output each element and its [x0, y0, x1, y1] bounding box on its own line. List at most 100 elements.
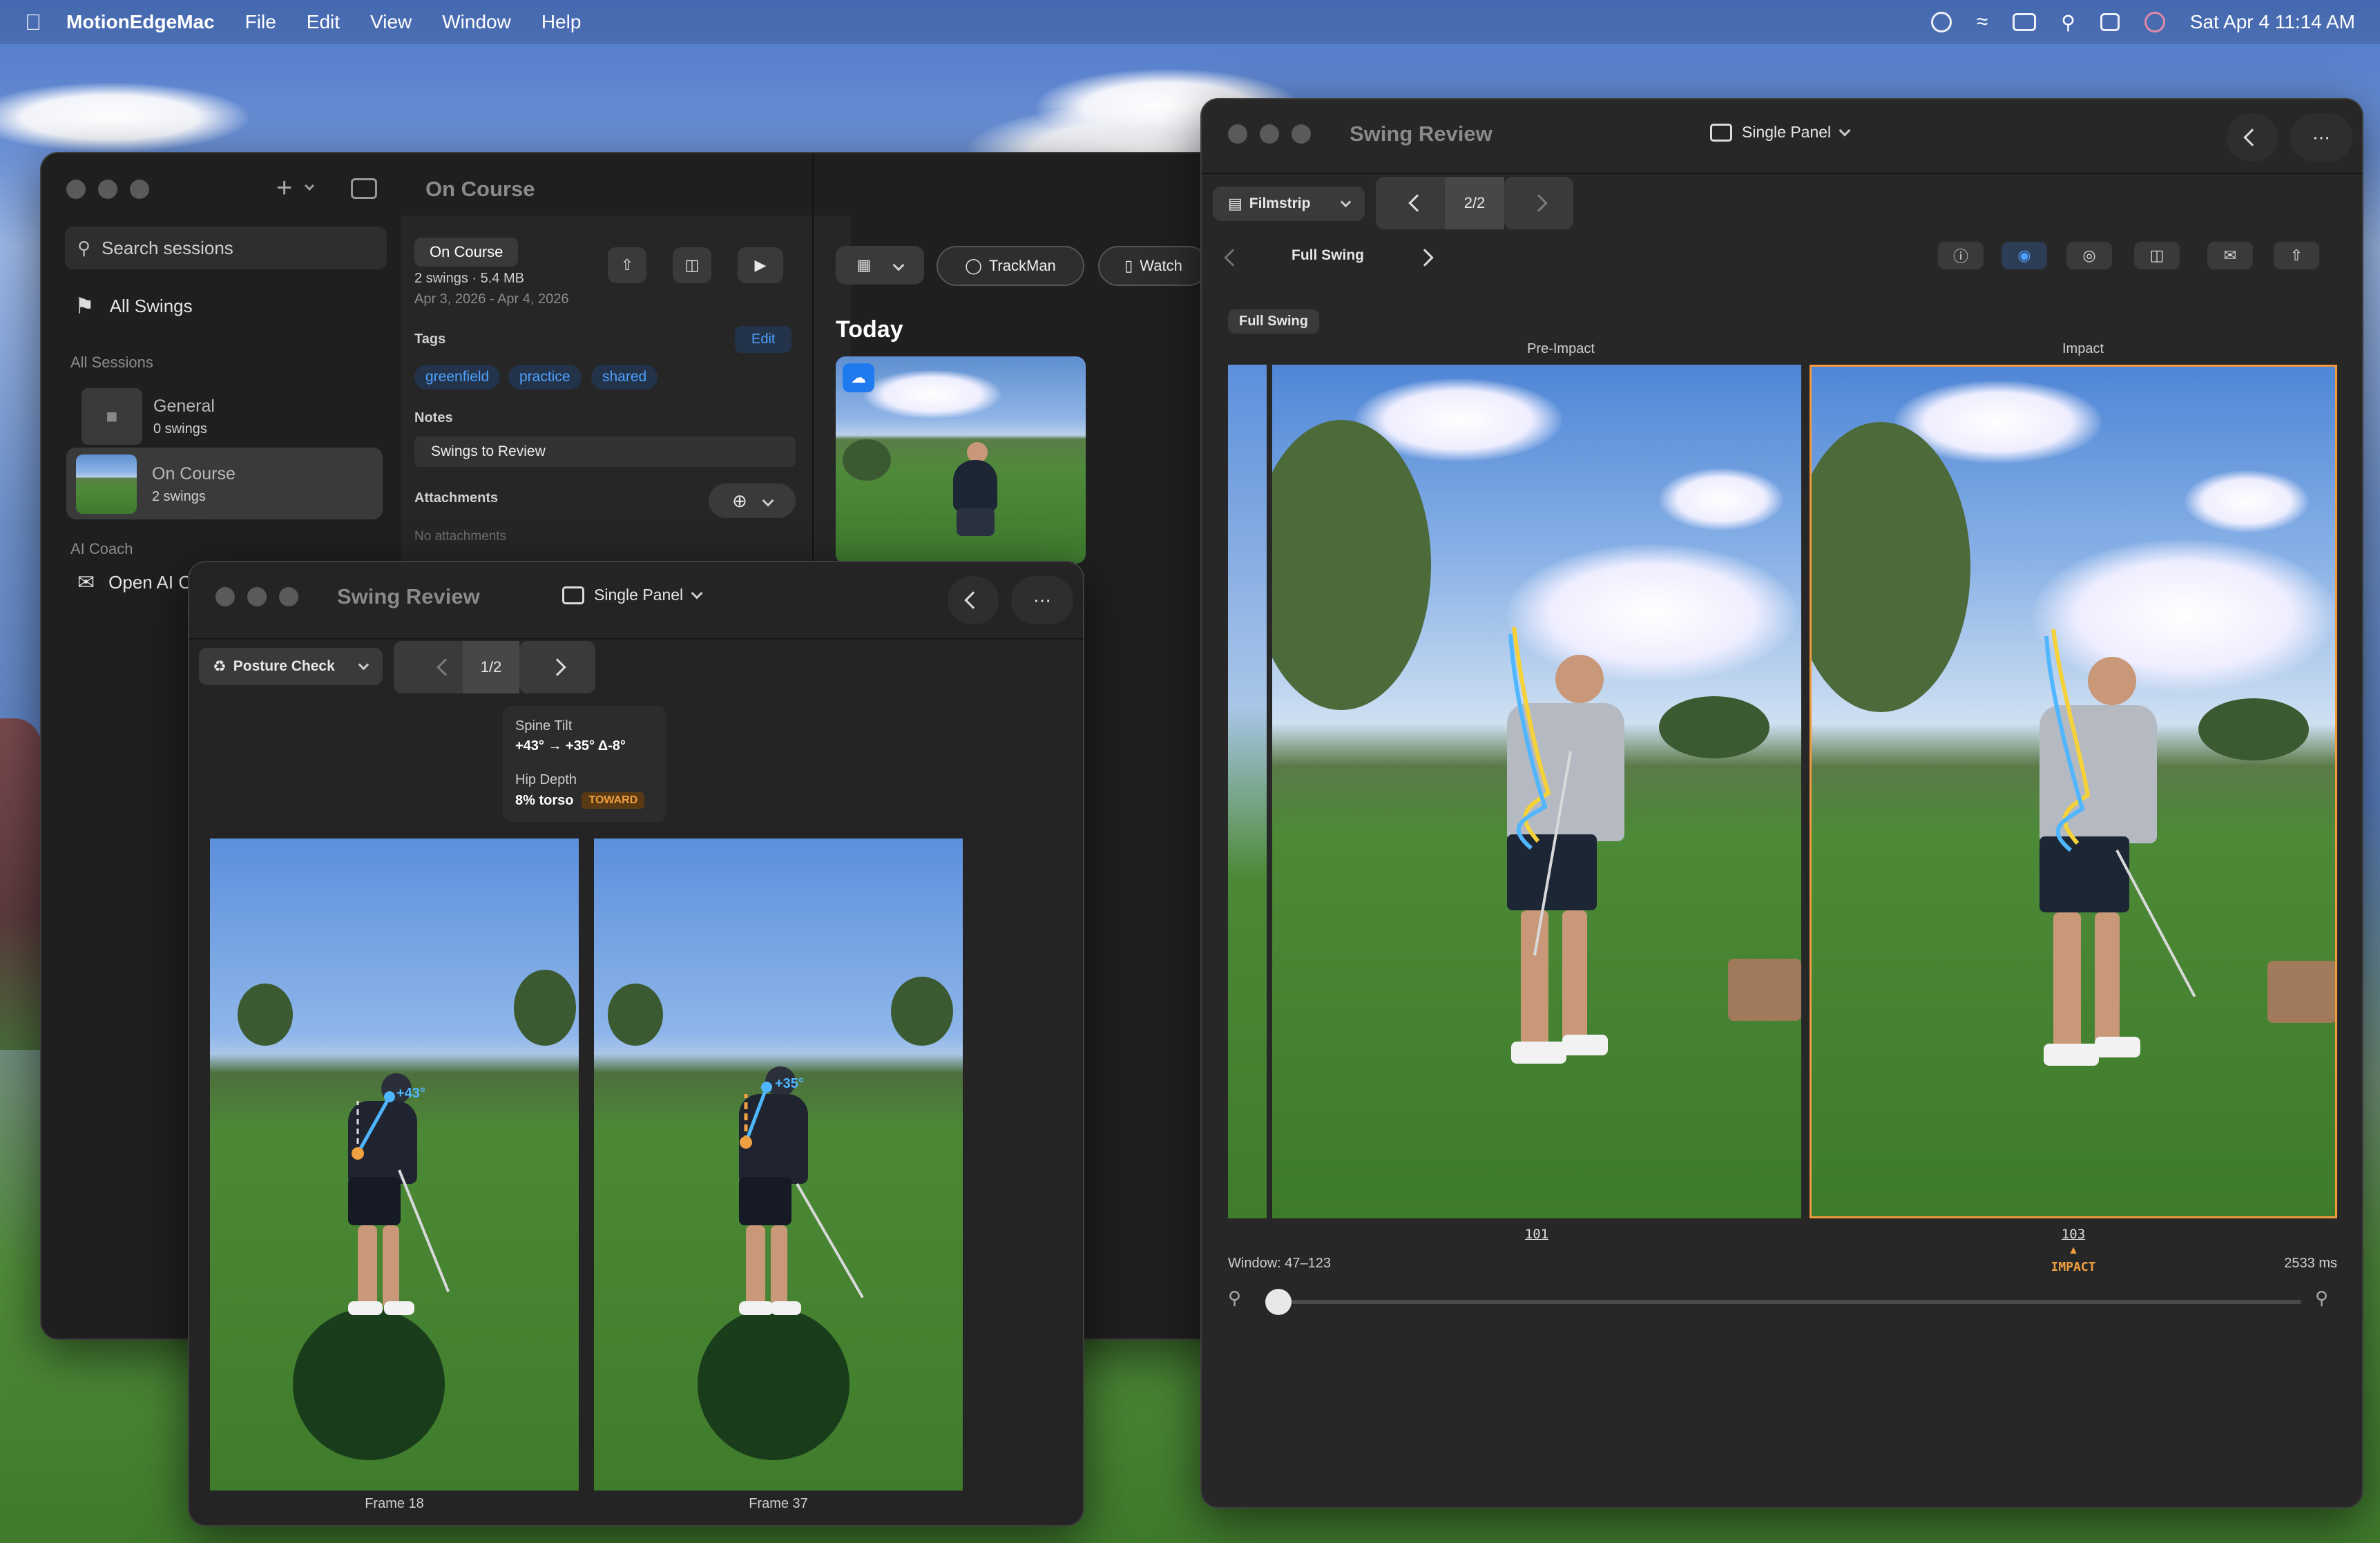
video-button[interactable]: ▶ — [738, 247, 783, 283]
zoom-button[interactable] — [130, 180, 149, 199]
view-mode-select[interactable]: ▤ Filmstrip — [1213, 186, 1365, 221]
minimize-button[interactable] — [1260, 124, 1279, 144]
tag-shared[interactable]: shared — [591, 365, 658, 390]
wifi-icon[interactable]: ≈ — [1977, 10, 1988, 34]
watch-button[interactable]: ▯ Watch — [1098, 246, 1209, 286]
page-text: 2/2 — [1463, 194, 1486, 211]
layout-select[interactable]: Single Panel — [562, 586, 703, 604]
minimize-button[interactable] — [98, 180, 117, 199]
back-button[interactable] — [948, 576, 999, 624]
battery-icon[interactable] — [2013, 13, 2037, 31]
mode-select[interactable]: ♻ Posture Check — [199, 648, 383, 685]
share-icon[interactable]: ⇧ — [2274, 242, 2319, 269]
notes-field[interactable]: Swings to Review — [414, 437, 796, 467]
zoom-button[interactable] — [1292, 124, 1311, 144]
zoom-button[interactable] — [279, 587, 298, 606]
trackman-label: TrackMan — [988, 257, 1056, 274]
new-session-button[interactable]: + — [276, 173, 292, 204]
layout-select[interactable]: Single Panel — [1710, 123, 1851, 142]
frame-impact[interactable] — [1810, 365, 2337, 1218]
session-name: On Course — [152, 464, 236, 483]
search-field[interactable]: ⚲ Search sessions — [65, 227, 387, 269]
cloud-upload-icon[interactable]: ☁ — [843, 363, 874, 392]
chevron-down-icon[interactable] — [304, 180, 315, 191]
target-overlay-icon[interactable]: ◎ — [2066, 242, 2112, 269]
spine-angle-right: +35° — [775, 1076, 804, 1091]
export-button[interactable]: ◫ — [673, 247, 711, 283]
frame-number-left[interactable]: 101 — [1271, 1227, 1803, 1242]
info-icon[interactable]: ⓘ — [1938, 242, 1984, 269]
toward-badge: TOWARD — [582, 792, 645, 809]
tag-greenfield[interactable]: greenfield — [414, 365, 501, 390]
frame-label-right: Frame 37 — [749, 1496, 808, 1511]
back-button[interactable] — [2227, 113, 2278, 162]
close-button[interactable] — [215, 587, 235, 606]
hip-depth-value: 8% torso — [515, 792, 574, 808]
menu-file[interactable]: File — [245, 11, 276, 33]
minimize-button[interactable] — [247, 587, 267, 606]
frame-pre-impact[interactable] — [1272, 365, 1801, 1218]
tag-practice[interactable]: practice — [508, 365, 582, 390]
compare-icon[interactable]: ◫ — [2134, 242, 2180, 269]
session-count: 0 swings — [153, 421, 207, 437]
more-menu-button[interactable]: ⋯ — [1011, 576, 1073, 624]
apple-icon[interactable]:  — [25, 10, 41, 35]
sidebar-toggle-icon[interactable] — [351, 178, 377, 199]
close-button[interactable] — [66, 180, 86, 199]
menu-help[interactable]: Help — [541, 11, 582, 33]
skeleton-overlay-icon[interactable]: ◉ — [2002, 242, 2047, 269]
person-icon: ♻ — [213, 658, 227, 675]
traffic-lights — [1228, 124, 1311, 144]
frame-number-right[interactable]: 103 — [1808, 1227, 2339, 1242]
add-attachment-button[interactable]: ⊕ — [709, 483, 796, 518]
zoom-out-icon[interactable]: ⚲ — [1228, 1287, 1241, 1309]
window-title: On Course — [425, 177, 535, 201]
next-category-button[interactable] — [1416, 249, 1434, 267]
background-rocks — [0, 718, 41, 1050]
menu-window[interactable]: Window — [442, 11, 511, 33]
spotlight-icon[interactable]: ⚲ — [2061, 11, 2075, 34]
today-header: Today — [836, 316, 903, 343]
sidebar-item-on-course[interactable]: On Course 2 swings — [66, 448, 383, 519]
swing-thumbnail[interactable]: ☁ — [836, 356, 1086, 564]
filmstrip-edge-frame[interactable] — [1228, 365, 1267, 1218]
zoom-in-icon[interactable]: ⚲ — [2315, 1287, 2328, 1309]
ai-coach-header: AI Coach — [70, 540, 133, 557]
next-swing-button[interactable] — [1504, 177, 1573, 229]
more-menu-button[interactable]: ⋯ — [2290, 113, 2352, 162]
siri-icon[interactable] — [2144, 12, 2165, 32]
panel-icon — [562, 586, 584, 604]
tags-label: Tags — [414, 332, 446, 347]
share-button[interactable]: ⇧ — [608, 247, 646, 283]
watch-icon: ▯ — [1124, 257, 1133, 274]
window-title: Swing Review — [1350, 122, 1493, 146]
close-button[interactable] — [1228, 124, 1247, 144]
chat-icon[interactable]: ✉ — [2207, 242, 2253, 269]
sidebar-item-open-ai[interactable]: ✉ Open AI C — [77, 571, 191, 595]
zoom-slider-track[interactable] — [1265, 1300, 2301, 1304]
view-mode-label: Filmstrip — [1249, 195, 1311, 211]
notes-value: Swings to Review — [431, 443, 546, 459]
cloud-status-icon[interactable] — [1930, 12, 1952, 32]
calendar-filter-button[interactable]: ▦ — [836, 246, 924, 285]
menu-edit[interactable]: Edit — [307, 11, 340, 33]
category-nav: Full Swing ⓘ ◉ ◎ ◫ ✉ ⇧ — [1216, 242, 2362, 272]
app-menu[interactable]: MotionEdgeMac — [66, 11, 215, 33]
frame-image-right[interactable]: +35° — [594, 838, 963, 1491]
trackman-button[interactable]: ◯ TrackMan — [937, 246, 1084, 286]
menu-view[interactable]: View — [370, 11, 412, 33]
edit-tags-button[interactable]: Edit — [735, 326, 792, 353]
next-swing-button[interactable] — [519, 641, 595, 693]
target-icon: ◯ — [965, 257, 982, 274]
menu-bar:  MotionEdgeMac File Edit View Window He… — [0, 0, 2380, 44]
prev-category-button[interactable] — [1224, 249, 1242, 267]
swing-review-window-filmstrip: Swing Review Single Panel ⋯ ▤ Filmstrip … — [1200, 98, 2363, 1508]
sidebar-item-all-swings[interactable]: ⚑ All Swings — [75, 293, 193, 319]
menu-clock[interactable]: Sat Apr 4 11:14 AM — [2190, 11, 2355, 33]
control-center-icon[interactable] — [2100, 13, 2120, 31]
zoom-slider-knob[interactable] — [1265, 1289, 1292, 1315]
spine-overlay-left — [352, 1091, 395, 1160]
frame-image-left[interactable]: +43° — [210, 838, 579, 1491]
column-label-pre-impact: Pre-Impact — [1527, 341, 1595, 356]
sidebar-item-general[interactable]: ■ General 0 swings — [69, 381, 390, 450]
